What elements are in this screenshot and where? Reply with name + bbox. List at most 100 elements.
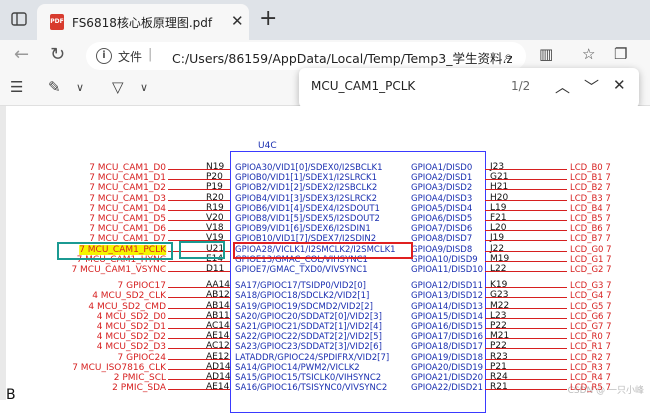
left-pin-number: AE12: [206, 351, 230, 362]
right-net-label: LCD_B7 7: [570, 234, 611, 245]
net-wire: [485, 209, 567, 211]
net-wire: [485, 230, 567, 232]
right-pin-number: M21: [490, 331, 510, 342]
right-net-label: LCD_G6 7: [570, 311, 612, 322]
net-wire: [485, 169, 567, 170]
left-net-label: 7 MCU_CAM1_D1: [89, 173, 166, 184]
tab-active[interactable]: PDF FS6818核心板原理图.pdf ✕: [37, 4, 249, 40]
right-pin-number: H20: [490, 192, 509, 203]
net-wire: [485, 307, 567, 309]
highlight-icon[interactable]: ✎: [48, 78, 61, 96]
right-pin-function: GPIOA21/DISD20: [411, 373, 484, 383]
left-pin-number: V18: [206, 223, 224, 234]
tab-strip: PDF FS6818核心板原理图.pdf ✕ +: [0, 0, 650, 40]
find-input[interactable]: MCU_CAM1_PCLK: [311, 79, 415, 93]
left-pin-function: GPIOE7/GMAC_TXD0/VIVSYNC1: [235, 265, 368, 275]
left-pin-number: AD14: [206, 372, 231, 382]
right-pin-function: GPIOA14/DISD13: [411, 301, 484, 312]
left-pin-function: SA17/GPIOC17/TSIDP0/VID2[0]: [235, 281, 366, 292]
right-net-label: LCD_R0 7: [570, 332, 611, 343]
right-pin-number: G21: [490, 172, 509, 183]
close-tab-icon[interactable]: ✕: [231, 12, 244, 30]
left-pin-number: AA14: [206, 280, 231, 291]
right-pin-number: J23: [490, 162, 505, 172]
file-scheme-label: 文件: [118, 50, 143, 64]
right-pin-function: GPIOA10/DISD9: [411, 254, 478, 265]
net-wire: [485, 368, 567, 370]
net-wire: [485, 328, 567, 329]
left-pin-function: GPIOB9/VID1[6]/SDEX6/I2SDIN1: [235, 224, 371, 235]
chevron-down-icon[interactable]: ∨: [140, 81, 148, 94]
right-net-label: LCD_B3 7: [570, 193, 611, 204]
contents-list-icon[interactable]: ☰: [10, 78, 23, 96]
right-net-label: LCD_R5 7: [570, 383, 611, 394]
left-net-label: 7 MCU_ISO7816_CLK: [72, 362, 166, 373]
left-net-label: 4 MCU_SD2_D0: [96, 311, 166, 322]
right-pin-function: GPIOA15/DISD14: [411, 311, 484, 322]
pdf-viewport[interactable]: U4C B CSDN @ 一只小峰 7 MCU_CAM1_D0 7 MCU_CAM…: [0, 106, 650, 413]
new-tab-button[interactable]: +: [259, 6, 277, 31]
right-pin-function: GPIOA17/DISD16: [411, 332, 484, 343]
left-net-label: 7 MCU_CAM1_D3: [89, 193, 166, 204]
right-pin-number: J22: [490, 243, 505, 254]
net-wire: [485, 317, 567, 319]
right-pin-number: F21: [490, 213, 507, 223]
find-match-count: 1/2: [511, 79, 531, 93]
left-pin-function: SA22/GPIOC22/SDDAT2[2]/VID2[5]: [235, 332, 382, 343]
left-net-label: 4 MCU_SD2_CLK: [92, 291, 166, 302]
address-field[interactable]: i 文件 | C:/Users/86159/AppData/Local/Temp…: [86, 42, 526, 70]
function-match-box: [233, 241, 413, 259]
right-pin-function: GPIOA13/DISD12: [411, 291, 484, 302]
right-pin-number: M22: [490, 300, 510, 311]
net-wire: [485, 220, 567, 221]
collections-icon[interactable]: ❐: [614, 45, 627, 63]
right-net-label: LCD_G1 7: [570, 254, 612, 265]
right-net-label: LCD_B6 7: [570, 224, 611, 235]
split-screen-icon[interactable]: ▥: [539, 45, 553, 63]
info-icon[interactable]: i: [96, 48, 112, 64]
left-net-label: 7 MCU_CAM1_D6: [89, 224, 166, 235]
left-pin-function: GPIOA30/VID1[0]/SDEX0/I2SBCLK1: [235, 163, 383, 173]
left-pin-function: GPIOB2/VID1[2]/SDEX2/I2SBCLK2: [235, 183, 378, 194]
right-net-label: LCD_G7 7: [570, 322, 612, 332]
chevron-down-icon[interactable]: ∨: [76, 81, 84, 94]
left-net-label: 2 PMIC_SCL: [113, 373, 166, 383]
net-wire: [485, 389, 567, 391]
url-separator: |: [148, 47, 153, 62]
right-net-label: LCD_G0 7: [570, 244, 612, 255]
net-wire: [485, 240, 567, 242]
right-pin-number: R21: [490, 382, 508, 393]
right-pin-number: H21: [490, 182, 509, 193]
left-pin-number: AD14: [206, 361, 231, 372]
search-match-box: [57, 241, 173, 260]
back-arrow-icon[interactable]: ←: [14, 44, 29, 65]
url-text[interactable]: C:/Users/86159/AppData/Local/Temp/Temp3_…: [172, 48, 512, 67]
previous-match-icon[interactable]: ︿: [555, 76, 570, 97]
right-pin-number: J19: [490, 233, 505, 244]
right-pin-function: GPIOA8/DISD7: [411, 234, 473, 245]
right-pin-function: GPIOA12/DISD11: [411, 281, 484, 292]
right-pin-number: L20: [490, 223, 507, 234]
right-net-label: LCD_G2 7: [570, 265, 612, 275]
next-match-icon[interactable]: ﹀: [584, 76, 599, 97]
right-pin-function: GPIOA9/DISD8: [411, 244, 473, 255]
right-net-label: LCD_R2 7: [570, 352, 611, 363]
workspaces-icon[interactable]: [10, 10, 28, 28]
refresh-icon[interactable]: ↻: [50, 44, 65, 65]
read-aloud-icon[interactable]: ⌕: [504, 47, 512, 65]
left-pin-number: P20: [206, 172, 223, 183]
left-net-label: 7 MCU_CAM1_VSYNC: [71, 265, 166, 275]
left-net-label: 4 MCU_SD2_CMD: [88, 301, 166, 312]
draw-icon[interactable]: ▽: [112, 78, 124, 96]
right-pin-function: GPIOA6/DISD5: [411, 214, 473, 224]
close-find-icon[interactable]: ✕: [613, 76, 626, 94]
pdf-page: U4C B CSDN @ 一只小峰 7 MCU_CAM1_D0 7 MCU_CAM…: [6, 106, 650, 413]
net-wire: [485, 348, 567, 350]
right-pin-number: L22: [490, 264, 507, 274]
favorites-icon[interactable]: ☆: [582, 45, 595, 63]
right-pin-function: GPIOA4/DISD3: [411, 193, 473, 204]
right-pin-function: GPIOA20/DISD19: [411, 362, 484, 373]
net-wire: [485, 260, 567, 262]
right-net-label: LCD_B2 7: [570, 183, 611, 194]
right-pin-number: P22: [490, 341, 507, 352]
